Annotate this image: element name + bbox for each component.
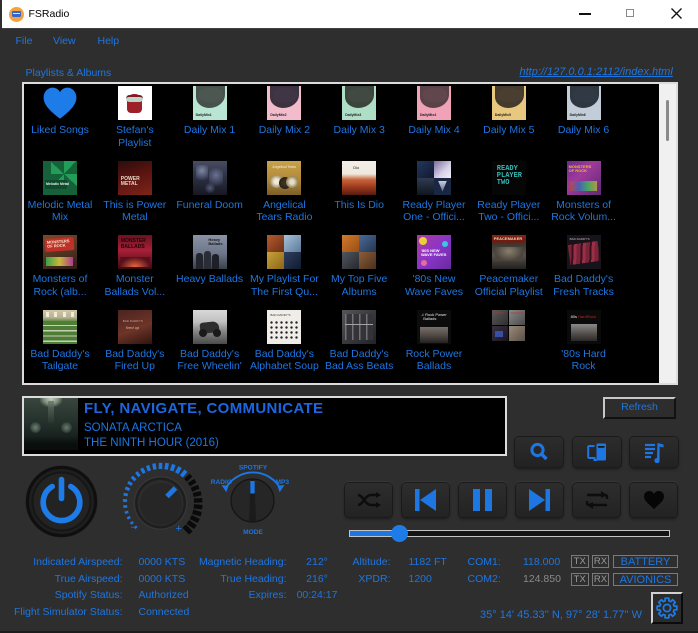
svg-text:+: + [176, 523, 182, 535]
svg-text:RADIO: RADIO [211, 479, 232, 486]
svg-text:−: − [131, 523, 137, 534]
svg-text:SPOTIFY: SPOTIFY [239, 465, 268, 472]
svg-text:MP3: MP3 [276, 479, 290, 486]
svg-text:MODE: MODE [243, 529, 263, 536]
